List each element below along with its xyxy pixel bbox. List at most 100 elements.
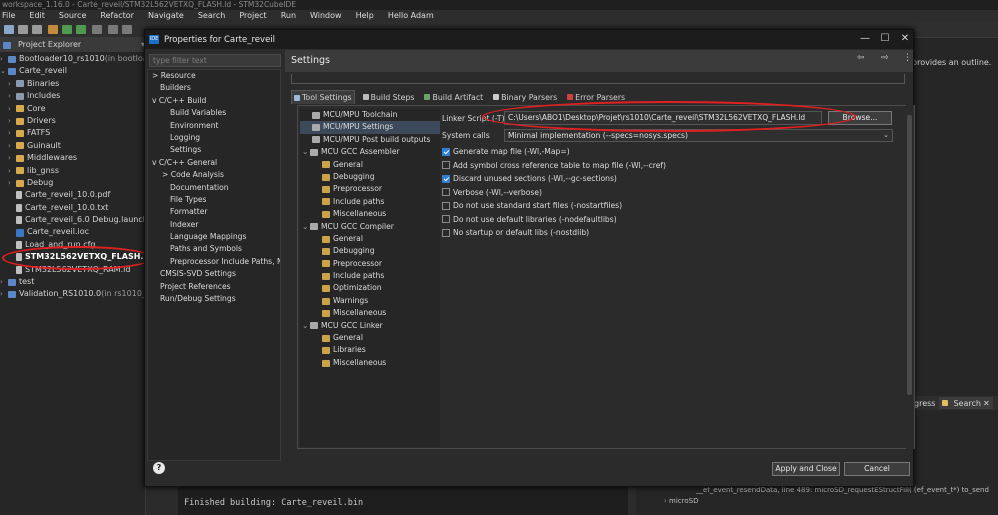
checkbox[interactable] <box>442 147 450 156</box>
dialog-title-bar[interactable]: IDE Properties for Carte_reveil <box>145 30 913 49</box>
checkbox[interactable] <box>442 201 450 210</box>
tree-item-core[interactable]: › Core <box>0 103 145 115</box>
option-nodefaultlibs[interactable]: Do not use default libraries (-nodefault… <box>442 215 617 224</box>
save-icon[interactable] <box>18 25 28 34</box>
build-icon[interactable] <box>48 25 58 34</box>
menu-navigate[interactable]: Navigate <box>148 10 184 22</box>
menu-source[interactable]: Source <box>59 10 86 22</box>
debug-icon[interactable] <box>62 25 72 34</box>
tab-tool-settings[interactable]: Tool Settings <box>291 90 355 104</box>
system-calls-select[interactable]: Minimal implementation (--specs=nosys.sp… <box>504 129 893 142</box>
tree-item-pdf[interactable]: Carte_reveil_10.0.pdf <box>0 189 145 201</box>
checkbox[interactable] <box>442 161 450 169</box>
back-icon[interactable] <box>108 25 118 34</box>
nav-item-logging[interactable]: Logging <box>148 132 280 144</box>
tree-item-debug[interactable]: › Debug <box>0 177 145 189</box>
progress-tab[interactable]: gress <box>914 399 935 408</box>
forward-icon[interactable] <box>122 25 132 34</box>
menu-refactor[interactable]: Refactor <box>100 10 134 22</box>
nav-item-environment[interactable]: Environment <box>148 120 280 132</box>
tree-item-ioc[interactable]: Carte_reveil.ioc <box>0 226 145 238</box>
forward-arrow-icon[interactable]: ⇨ <box>881 53 889 63</box>
menu-window[interactable]: Window <box>310 10 342 22</box>
linker-script-field[interactable]: C:\Users\ABO1\Desktop\Projet\rs1010\Cart… <box>504 111 822 125</box>
tool-item-asm-preprocessor[interactable]: Preprocessor <box>300 183 440 195</box>
tool-item-cc-include-paths[interactable]: Include paths <box>300 270 440 282</box>
tab-build-steps[interactable]: Build Steps <box>361 90 417 104</box>
search-result-group[interactable]: › microSD <box>664 497 698 505</box>
tool-item-asm-misc[interactable]: Miscellaneous <box>300 208 440 220</box>
checkbox[interactable] <box>442 215 450 223</box>
tab-error-parsers[interactable]: Error Parsers <box>565 90 627 104</box>
tree-item-binaries[interactable]: › Binaries <box>0 78 145 90</box>
nav-item-indexer[interactable]: Indexer <box>148 219 280 231</box>
nav-item-cpp-general[interactable]: v C/C++ General <box>148 157 280 169</box>
nav-item-preprocessor-include[interactable]: Preprocessor Include Paths, Ma <box>148 256 280 268</box>
tab-binary-parsers[interactable]: Binary Parsers <box>491 90 559 104</box>
tool-item-compiler[interactable]: ⌄ MCU GCC Compiler <box>300 221 440 233</box>
tool-item-ld-libraries[interactable]: Libraries <box>300 344 440 356</box>
option-gc-sections[interactable]: Discard unused sections (-Wl,--gc-sectio… <box>442 174 617 183</box>
cancel-button[interactable]: Cancel <box>844 462 910 476</box>
option-verbose[interactable]: Verbose (-Wl,--verbose) <box>442 188 542 197</box>
menu-file[interactable]: File <box>2 10 15 22</box>
run-icon[interactable] <box>76 25 86 34</box>
search-result-line[interactable]: __ef_event_resendData, line 489: microSD… <box>696 486 989 494</box>
tree-item-cfg[interactable]: Load_and_run.cfg <box>0 239 145 251</box>
option-nostartfiles[interactable]: Do not use standard start files (-nostar… <box>442 201 622 210</box>
tool-item-linker[interactable]: ⌄ MCU GCC Linker <box>300 320 440 332</box>
menu-search[interactable]: Search <box>198 10 225 22</box>
checkbox[interactable] <box>442 228 450 237</box>
nav-item-builders[interactable]: Builders <box>148 82 280 94</box>
tree-item-guinault[interactable]: › Guinault <box>0 140 145 152</box>
tab-build-artifact[interactable]: Build Artifact <box>422 90 485 104</box>
tool-item-cc-optimization[interactable]: Optimization <box>300 282 440 294</box>
nav-item-cpp-build[interactable]: v C/C++ Build <box>148 95 280 107</box>
vertical-scrollbar[interactable] <box>906 105 914 449</box>
tool-item-post-build[interactable]: MCU/MPU Post build outputs <box>300 134 440 146</box>
scrollbar-thumb[interactable] <box>907 115 912 395</box>
project-explorer-tab[interactable]: Project Explorer ▾ <box>0 38 145 52</box>
nav-item-project-references[interactable]: Project References <box>148 281 280 293</box>
tool-item-cc-general[interactable]: General <box>300 233 440 245</box>
more-menu-icon[interactable]: ⋮ <box>903 53 912 63</box>
tree-item-fatfs[interactable]: › FATFS <box>0 127 145 139</box>
menu-edit[interactable]: Edit <box>29 10 45 22</box>
tree-item-test[interactable]: › test <box>0 276 145 288</box>
tool-item-assembler[interactable]: ⌄ MCU GCC Assembler <box>300 146 440 158</box>
tool-item-toolchain[interactable]: MCU/MPU Toolchain <box>300 109 440 121</box>
nav-item-formatter[interactable]: Formatter <box>148 206 280 218</box>
nav-item-language-mappings[interactable]: Language Mappings <box>148 231 280 243</box>
tree-item-includes[interactable]: › Includes <box>0 90 145 102</box>
nav-item-code-analysis[interactable]: > Code Analysis <box>148 169 280 181</box>
search-tab[interactable]: Search ✕ <box>939 397 993 409</box>
tree-item-ram-ld[interactable]: STM32L562VETXQ_RAM.ld <box>0 264 145 276</box>
nav-item-build-variables[interactable]: Build Variables <box>148 107 280 119</box>
checkbox[interactable] <box>442 174 450 183</box>
nav-item-cmsis-svd[interactable]: CMSIS-SVD Settings <box>148 268 280 280</box>
new-icon[interactable] <box>4 25 14 34</box>
tool-item-ld-misc[interactable]: Miscellaneous <box>300 357 440 369</box>
menu-hello-adam[interactable]: Hello Adam <box>388 10 434 22</box>
option-map-file[interactable]: Generate map file (-Wl,-Map=) <box>442 147 570 156</box>
tree-item-validation[interactable]: ›Validation_RS1010.0 (in rs1010_val) <box>0 288 145 300</box>
nav-item-paths-symbols[interactable]: Paths and Symbols <box>148 243 280 255</box>
browse-button[interactable]: Browse... <box>828 111 892 125</box>
tool-item-ld-general[interactable]: General <box>300 332 440 344</box>
tool-item-mcu-settings[interactable]: MCU/MPU Settings <box>300 121 440 134</box>
nav-item-documentation[interactable]: Documentation <box>148 182 280 194</box>
tree-item-carte-reveil[interactable]: ⌄ Carte_reveil <box>0 65 145 77</box>
apply-and-close-button[interactable]: Apply and Close <box>772 462 840 476</box>
tool-item-cc-misc[interactable]: Miscellaneous <box>300 307 440 319</box>
tree-item-flash-ld[interactable]: STM32L562VETXQ_FLASH.ld <box>0 251 145 263</box>
menu-help[interactable]: Help <box>356 10 374 22</box>
tool-item-cc-debugging[interactable]: Debugging <box>300 245 440 257</box>
nav-item-settings[interactable]: Settings <box>148 144 280 156</box>
tree-item-lib-gnss[interactable]: › lib_gnss <box>0 165 145 177</box>
nav-item-resource[interactable]: > Resource <box>148 70 280 82</box>
tree-item-txt[interactable]: Carte_reveil_10.0.txt <box>0 202 145 214</box>
tree-item-launch[interactable]: Carte_reveil_6.0 Debug.launch <box>0 214 145 226</box>
checkbox[interactable] <box>442 188 450 196</box>
tree-item-middlewares[interactable]: › Middlewares <box>0 152 145 164</box>
maximize-icon[interactable]: ☐ <box>877 32 893 46</box>
